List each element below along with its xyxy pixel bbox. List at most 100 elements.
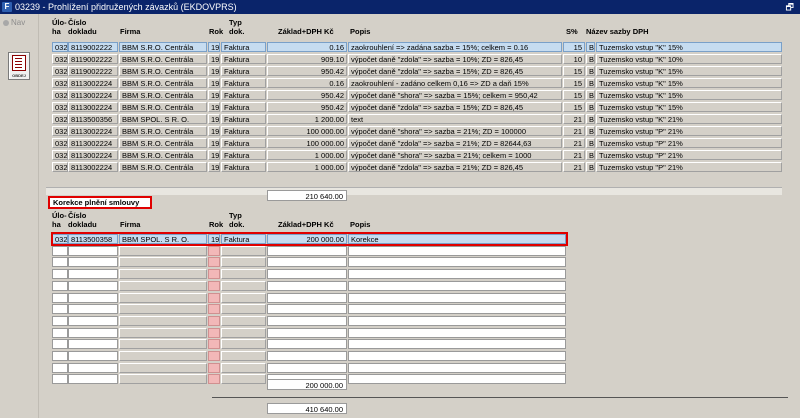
- upper-cell-cislo[interactable]: 8113002224: [68, 78, 118, 88]
- empty-cell-popis[interactable]: [348, 362, 566, 373]
- empty-cell-typ[interactable]: [221, 280, 266, 291]
- empty-cell-rok[interactable]: [208, 304, 220, 315]
- empty-cell-zaklad[interactable]: [267, 327, 347, 338]
- empty-cell-firma[interactable]: [119, 245, 207, 256]
- upper-cell-cislo[interactable]: 8119002222: [68, 54, 118, 64]
- empty-cell-zaklad[interactable]: [267, 269, 347, 280]
- upper-cell-sazba-kod[interactable]: B: [586, 138, 595, 148]
- upper-cell-nazev[interactable]: Tuzemsko vstup "K" 15%: [596, 102, 782, 112]
- empty-cell-popis[interactable]: [348, 374, 566, 385]
- upper-cell-firma[interactable]: BBM S.R.O. Centrála: [119, 90, 207, 100]
- upper-cell-cislo[interactable]: 8113002224: [68, 126, 118, 136]
- empty-cell-cislo[interactable]: [68, 351, 118, 361]
- upper-cell-firma[interactable]: BBM S.R.O. Centrála: [119, 42, 207, 52]
- upper-cell-typ[interactable]: Faktura: [221, 150, 266, 160]
- empty-cell-typ[interactable]: [221, 339, 266, 350]
- empty-cell-zaklad[interactable]: [267, 351, 347, 361]
- empty-cell-uloha[interactable]: [52, 339, 68, 350]
- upper-cell-uloha[interactable]: 032: [52, 126, 68, 136]
- upper-cell-nazev[interactable]: Tuzemsko vstup "P" 21%: [596, 138, 782, 148]
- empty-cell-firma[interactable]: [119, 374, 207, 385]
- empty-cell-popis[interactable]: [348, 339, 566, 350]
- upper-cell-s[interactable]: 21: [563, 150, 585, 160]
- upper-cell-zaklad[interactable]: 950.42: [267, 90, 347, 100]
- empty-cell-zaklad[interactable]: [267, 280, 347, 291]
- upper-cell-cislo[interactable]: 8113500356: [68, 114, 118, 124]
- empty-cell-firma[interactable]: [119, 327, 207, 338]
- upper-cell-uloha[interactable]: 032: [52, 150, 68, 160]
- empty-cell-cislo[interactable]: [68, 327, 118, 338]
- empty-cell-popis[interactable]: [348, 315, 566, 326]
- upper-cell-cislo[interactable]: 8119002222: [68, 42, 118, 52]
- upper-cell-nazev[interactable]: Tuzemsko vstup "P" 21%: [596, 126, 782, 136]
- upper-cell-sazba-kod[interactable]: B: [586, 162, 595, 172]
- upper-cell-firma[interactable]: BBM S.R.O. Centrála: [119, 162, 207, 172]
- upper-cell-typ[interactable]: Faktura: [221, 90, 266, 100]
- upper-cell-typ[interactable]: Faktura: [221, 66, 266, 76]
- upper-cell-popis[interactable]: výpočet daně "zdola" => sazba = 15%; ZD …: [348, 102, 562, 112]
- upper-cell-popis[interactable]: zaokrouhlení => zadána sazba = 15%; celk…: [348, 42, 562, 52]
- upper-cell-s[interactable]: 15: [563, 78, 585, 88]
- upper-cell-rok[interactable]: 19: [208, 114, 220, 124]
- upper-cell-uloha[interactable]: 032: [52, 66, 68, 76]
- upper-cell-uloha[interactable]: 032: [52, 102, 68, 112]
- empty-cell-zaklad[interactable]: [267, 304, 347, 315]
- upper-cell-rok[interactable]: 19: [208, 42, 220, 52]
- empty-cell-typ[interactable]: [221, 315, 266, 326]
- upper-cell-popis[interactable]: výpočet daně "zdola" => sazba = 21%; ZD …: [348, 162, 562, 172]
- empty-cell-rok[interactable]: [208, 315, 220, 326]
- empty-cell-cislo[interactable]: [68, 315, 118, 326]
- upper-cell-s[interactable]: 21: [563, 138, 585, 148]
- upper-cell-typ[interactable]: Faktura: [221, 138, 266, 148]
- upper-cell-firma[interactable]: BBM S.R.O. Centrála: [119, 54, 207, 64]
- upper-cell-typ[interactable]: Faktura: [221, 42, 266, 52]
- upper-cell-rok[interactable]: 19: [208, 150, 220, 160]
- upper-cell-firma[interactable]: BBM S.R.O. Centrála: [119, 150, 207, 160]
- empty-cell-typ[interactable]: [221, 327, 266, 338]
- empty-cell-cislo[interactable]: [68, 280, 118, 291]
- upper-cell-firma[interactable]: BBM S.R.O. Centrála: [119, 66, 207, 76]
- upper-cell-zaklad[interactable]: 1 200.00: [267, 114, 347, 124]
- upper-cell-nazev[interactable]: Tuzemsko vstup "P" 21%: [596, 162, 782, 172]
- upper-cell-s[interactable]: 15: [563, 42, 585, 52]
- empty-cell-cislo[interactable]: [68, 362, 118, 373]
- empty-cell-rok[interactable]: [208, 362, 220, 373]
- empty-cell-typ[interactable]: [221, 362, 266, 373]
- empty-cell-typ[interactable]: [221, 269, 266, 280]
- upper-cell-firma[interactable]: BBM S.R.O. Centrála: [119, 102, 207, 112]
- empty-cell-rok[interactable]: [208, 292, 220, 303]
- upper-cell-uloha[interactable]: 032: [52, 162, 68, 172]
- upper-cell-s[interactable]: 15: [563, 66, 585, 76]
- upper-cell-nazev[interactable]: Tuzemsko vstup "K" 15%: [596, 78, 782, 88]
- upper-cell-firma[interactable]: BBM S.R.O. Centrála: [119, 138, 207, 148]
- empty-cell-rok[interactable]: [208, 245, 220, 256]
- empty-cell-rok[interactable]: [208, 269, 220, 280]
- empty-cell-firma[interactable]: [119, 362, 207, 373]
- upper-cell-uloha[interactable]: 032: [52, 42, 68, 52]
- upper-cell-rok[interactable]: 19: [208, 78, 220, 88]
- upper-cell-zaklad[interactable]: 100 000.00: [267, 126, 347, 136]
- upper-cell-s[interactable]: 10: [563, 54, 585, 64]
- upper-cell-popis[interactable]: text: [348, 114, 562, 124]
- empty-cell-typ[interactable]: [221, 304, 266, 315]
- empty-cell-rok[interactable]: [208, 374, 220, 385]
- upper-cell-sazba-kod[interactable]: B: [586, 102, 595, 112]
- empty-cell-typ[interactable]: [221, 245, 266, 256]
- empty-cell-firma[interactable]: [119, 304, 207, 315]
- upper-cell-nazev[interactable]: Tuzemsko vstup "K" 15%: [596, 42, 782, 52]
- empty-cell-firma[interactable]: [119, 257, 207, 268]
- upper-cell-typ[interactable]: Faktura: [221, 78, 266, 88]
- upper-cell-firma[interactable]: BBM S.R.O. Centrála: [119, 78, 207, 88]
- upper-cell-s[interactable]: 21: [563, 114, 585, 124]
- upper-cell-s[interactable]: 21: [563, 126, 585, 136]
- upper-cell-sazba-kod[interactable]: B: [586, 90, 595, 100]
- empty-cell-typ[interactable]: [221, 374, 266, 385]
- empty-cell-uloha[interactable]: [52, 374, 68, 385]
- empty-cell-firma[interactable]: [119, 339, 207, 350]
- empty-cell-cislo[interactable]: [68, 304, 118, 315]
- upper-cell-rok[interactable]: 19: [208, 90, 220, 100]
- upper-cell-rok[interactable]: 19: [208, 138, 220, 148]
- empty-cell-popis[interactable]: [348, 304, 566, 315]
- upper-cell-sazba-kod[interactable]: B: [586, 150, 595, 160]
- empty-cell-firma[interactable]: [119, 280, 207, 291]
